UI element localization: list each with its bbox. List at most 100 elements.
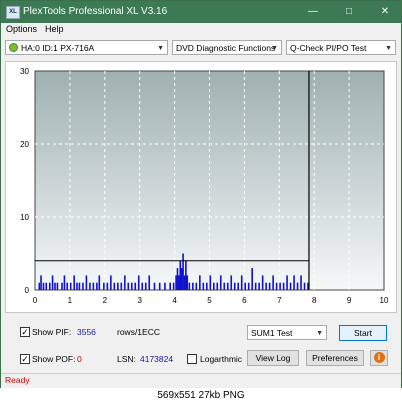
preferences-button[interactable]: Preferences (306, 350, 364, 366)
data-bar (82, 282, 84, 290)
data-bar (240, 275, 243, 290)
function-select-value: DVD Diagnostic Functions (176, 43, 276, 53)
data-bar (89, 282, 91, 290)
x-tick-label: 8 (312, 296, 317, 305)
menu-help[interactable]: Help (45, 24, 64, 34)
minimize-button[interactable]: — (301, 3, 325, 21)
data-bar (192, 282, 194, 290)
data-bar (179, 260, 182, 290)
data-bar (85, 275, 88, 290)
drive-select[interactable]: HA:0 ID:1 PX-716A ▼ (5, 40, 168, 55)
show-pif-label: Show PIF: (32, 327, 72, 337)
data-bar (209, 275, 212, 290)
data-bar (113, 282, 116, 290)
data-bar (230, 275, 233, 290)
close-button[interactable]: ✕ (373, 3, 397, 21)
function-select[interactable]: DVD Diagnostic Functions ▼ (172, 40, 282, 55)
data-bar (164, 282, 166, 290)
data-bar (76, 282, 78, 290)
drive-select-value: HA:0 ID:1 PX-716A (21, 43, 95, 53)
data-bar (244, 282, 246, 290)
y-tick-label: 30 (20, 67, 29, 76)
data-bar (51, 275, 54, 290)
x-tick-label: 4 (172, 296, 177, 305)
chart-panel: 0 1 2 3 4 5 6 7 8 9 10 0 10 20 30 (5, 61, 397, 313)
mode-select-value: SUM1 Test (251, 328, 293, 338)
data-bar (120, 282, 123, 290)
image-caption: 569x551 27kb PNG (0, 388, 402, 404)
app-logo-icon: XL (6, 6, 20, 19)
x-tick-label: 0 (33, 296, 38, 305)
view-log-button[interactable]: View Log (247, 350, 299, 366)
data-bar (134, 282, 137, 290)
show-pof-checkbox[interactable]: ✓ (20, 354, 30, 364)
data-bar (130, 282, 133, 290)
x-tick-label: 10 (380, 296, 389, 305)
data-bar (69, 282, 72, 290)
data-bar (78, 282, 81, 290)
data-bar (153, 282, 156, 290)
data-bar (180, 268, 183, 290)
data-bar (137, 275, 140, 290)
data-bar (117, 282, 119, 290)
data-bar (48, 282, 51, 290)
x-tick-label: 5 (207, 296, 212, 305)
data-bar (261, 275, 264, 290)
show-pof-label: Show POF: (32, 354, 76, 364)
data-bar (247, 282, 250, 290)
data-bar (148, 275, 151, 290)
data-bar (45, 282, 48, 290)
mode-select[interactable]: SUM1 Test ▼ (247, 325, 327, 340)
lsn-label: LSN: (117, 354, 136, 364)
data-bar (183, 275, 186, 290)
info-button[interactable]: i (370, 350, 388, 366)
data-bar (98, 275, 101, 290)
start-button[interactable]: Start (339, 325, 387, 341)
data-bar (268, 282, 271, 290)
data-bar (186, 275, 189, 290)
data-bar (169, 282, 171, 290)
data-bar (272, 275, 274, 290)
data-bar (96, 282, 98, 290)
data-bar (110, 275, 112, 290)
data-bar (178, 275, 180, 290)
y-tick-label: 20 (20, 140, 29, 149)
data-bar (92, 282, 95, 290)
drive-status-icon (9, 43, 18, 52)
data-bar (188, 282, 191, 290)
data-bar (175, 275, 177, 290)
pi-po-chart: 0 1 2 3 4 5 6 7 8 9 10 0 10 20 30 (20, 67, 389, 305)
menu-options[interactable]: Options (6, 24, 37, 34)
data-bar (289, 282, 292, 290)
data-bar (279, 282, 281, 290)
logarithmic-label: Logarthmic (200, 354, 243, 364)
x-tick-label: 1 (68, 296, 73, 305)
data-bar (300, 275, 302, 290)
logarithmic-checkbox[interactable] (187, 354, 197, 364)
data-bar (206, 282, 208, 290)
data-bar (56, 282, 59, 290)
data-bar (195, 282, 198, 290)
data-bar (199, 275, 201, 290)
data-bar (202, 282, 205, 290)
data-bar (141, 282, 144, 290)
data-bar (172, 282, 175, 290)
show-pif-checkbox[interactable]: ✓ (20, 327, 30, 337)
data-bar (38, 282, 41, 290)
maximize-button[interactable]: □ (337, 3, 361, 21)
data-bar (251, 268, 253, 290)
data-bar (296, 282, 299, 290)
status-bar: Ready (1, 373, 401, 388)
info-icon: i (373, 352, 385, 363)
test-select[interactable]: Q-Check PI/PO Test ▼ (286, 40, 396, 55)
data-bar (303, 282, 306, 290)
data-bar (265, 282, 267, 290)
lsn-value: 4173824 (140, 354, 174, 364)
window-title: PlexTools Professional XL V3.16 (23, 6, 168, 17)
data-bar (123, 275, 126, 290)
data-bar (63, 275, 66, 290)
title-bar[interactable]: XL PlexTools Professional XL V3.16 — □ ✕ (1, 1, 401, 23)
data-bar (103, 282, 105, 290)
x-tick-label: 7 (277, 296, 282, 305)
data-bar (106, 282, 109, 290)
